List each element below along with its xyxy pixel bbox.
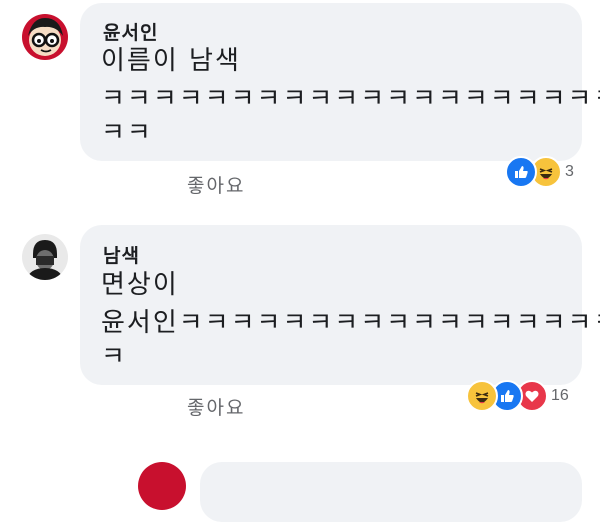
comment-bubble [80,225,582,385]
comment-text-line: ㅋ [101,342,127,372]
comment-bubble [200,462,582,522]
comment-text-line: 윤서인ㅋㅋㅋㅋㅋㅋㅋㅋㅋㅋㅋㅋㅋㅋㅋㅋㅋ [101,308,600,338]
comment-text-line: ㅋㅋㅋㅋㅋㅋㅋㅋㅋㅋㅋㅋㅋㅋㅋㅋㅋㅋㅋㅋ [101,84,600,114]
like-button[interactable]: 좋아요 [187,171,245,198]
like-icon [505,156,537,188]
comment-author[interactable]: 남색 [103,241,140,268]
avatar-photo-icon [22,234,68,280]
reaction-count: 3 [565,163,574,180]
avatar-cartoon-icon [22,14,68,60]
avatar[interactable] [138,462,186,510]
avatar[interactable] [22,234,68,280]
avatar[interactable] [22,14,68,60]
reaction-count: 16 [551,387,569,404]
haha-icon [466,380,498,412]
like-button[interactable]: 좋아요 [187,393,245,420]
comment-text-line: 이름이 남색 [101,46,241,76]
reaction-summary[interactable]: 3 [505,156,574,188]
comment-author[interactable]: 윤서인 [103,18,158,45]
comment-text-line: ㅋㅋ [101,118,153,148]
comment-text-line: 면상이 [101,270,179,300]
reaction-summary[interactable]: 16 [466,380,569,412]
